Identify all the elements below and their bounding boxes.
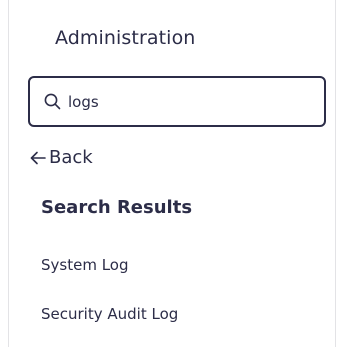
back-link[interactable]: Back — [30, 147, 93, 168]
search-results-heading: Search Results — [41, 197, 193, 218]
panel-right-divider — [335, 0, 336, 347]
back-label: Back — [49, 147, 93, 168]
panel-left-divider — [8, 0, 9, 347]
result-item-security-audit-log[interactable]: Security Audit Log — [41, 305, 178, 323]
search-field[interactable] — [28, 76, 326, 127]
admin-nav-panel: Administration Back Search Results Syste… — [0, 0, 344, 347]
arrow-left-icon — [30, 151, 46, 164]
search-input[interactable] — [68, 89, 308, 114]
panel-title: Administration — [55, 27, 196, 49]
search-icon — [44, 93, 61, 110]
result-item-system-log[interactable]: System Log — [41, 256, 129, 274]
